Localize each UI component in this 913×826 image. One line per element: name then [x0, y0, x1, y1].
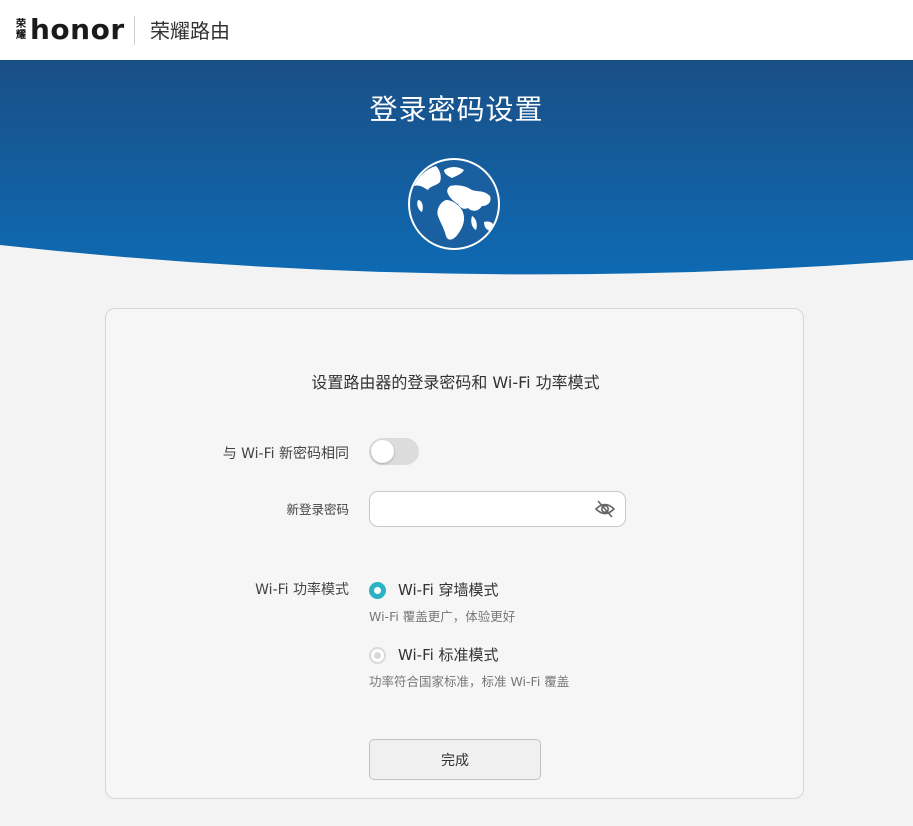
wifi-mode-option-label: Wi-Fi 穿墙模式 [398, 581, 499, 599]
new-password-input[interactable] [378, 498, 583, 520]
new-password-label: 新登录密码 [286, 502, 349, 517]
radio-unselected-icon[interactable] [369, 647, 386, 664]
top-bar: 荣 耀 honor 荣耀路由 [0, 0, 913, 60]
new-password-field [369, 491, 626, 527]
toggle-knob [371, 440, 394, 463]
brand-mark-char: 荣 [16, 19, 26, 30]
header-divider [134, 16, 135, 45]
same-as-wifi-label: 与 Wi-Fi 新密码相同 [222, 446, 349, 462]
eye-off-icon[interactable] [594, 499, 616, 519]
brand-mark: 荣 耀 [16, 19, 28, 41]
wifi-mode-option-description: 功率符合国家标准，标准 Wi-Fi 覆盖 [369, 674, 570, 689]
done-button[interactable]: 完成 [369, 739, 541, 780]
radio-selected-icon[interactable] [369, 582, 386, 599]
brand-mark-char: 耀 [16, 30, 26, 41]
wifi-mode-option-label: Wi-Fi 标准模式 [398, 646, 499, 664]
page-title: 登录密码设置 [369, 93, 544, 126]
globe-icon [406, 156, 502, 252]
settings-card: 设置路由器的登录密码和 Wi-Fi 功率模式 与 Wi-Fi 新密码相同 新登录… [105, 308, 804, 799]
same-as-wifi-toggle[interactable] [369, 438, 419, 465]
product-name: 荣耀路由 [150, 19, 230, 43]
wifi-mode-label: Wi-Fi 功率模式 [255, 582, 349, 598]
card-subtitle: 设置路由器的登录密码和 Wi-Fi 功率模式 [311, 373, 600, 392]
brand-logo: honor [30, 13, 125, 46]
wifi-mode-option-description: Wi-Fi 覆盖更广，体验更好 [369, 609, 516, 624]
